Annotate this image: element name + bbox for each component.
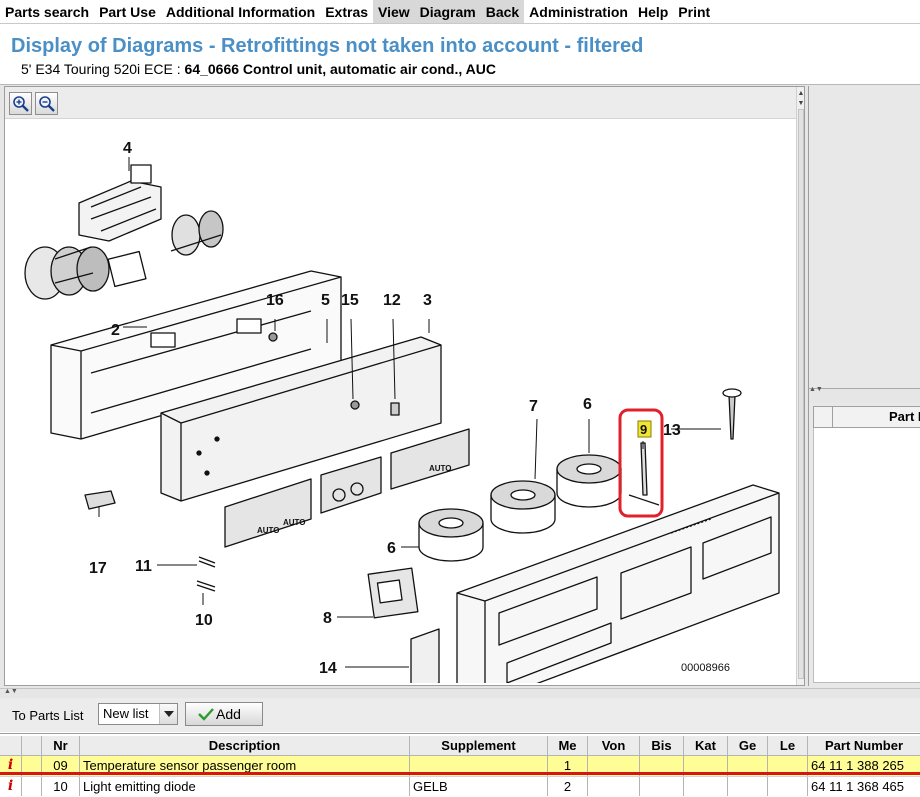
col-bis[interactable]: Bis <box>640 736 684 755</box>
add-button[interactable]: Add <box>185 702 263 726</box>
content-area: 4 2 16 5 15 12 3 7 6 9 13 6 17 11 10 8 1… <box>0 84 920 688</box>
page-title: Display of Diagrams - Retrofittings not … <box>11 35 644 57</box>
col-info[interactable] <box>0 736 22 755</box>
splitter-arrows-icon[interactable]: ▲▼ <box>4 688 18 695</box>
cell-description: Light emitting diode <box>80 777 410 796</box>
right-panel: ▲▼ Part N <box>808 86 920 686</box>
exploded-parts-diagram: 4 2 16 5 15 12 3 7 6 9 13 6 17 11 10 8 1… <box>24 140 780 683</box>
callout-6-bottom[interactable]: 6 <box>387 540 396 557</box>
parts-table: Nr Description Supplement Me Von Bis Kat… <box>0 733 920 797</box>
cell-ge <box>728 777 768 796</box>
col-le[interactable]: Le <box>768 736 808 755</box>
zoom-out-button[interactable] <box>35 92 58 115</box>
menu-help[interactable]: Help <box>633 0 673 23</box>
cell-von <box>588 777 640 796</box>
cell-bis <box>640 777 684 796</box>
row-marker <box>22 777 42 796</box>
menu-additional-information[interactable]: Additional Information <box>161 0 320 23</box>
menu-administration[interactable]: Administration <box>524 0 633 23</box>
diagram-image-code: 00008966 <box>681 662 730 674</box>
col-nr[interactable]: Nr <box>42 736 80 755</box>
zoom-in-button[interactable] <box>9 92 32 115</box>
menu-extras[interactable]: Extras <box>320 0 373 23</box>
selected-row-underline <box>0 772 920 775</box>
callout-11[interactable]: 11 <box>135 558 152 575</box>
menu-view[interactable]: View <box>373 0 415 23</box>
chevron-down-icon[interactable] <box>159 704 177 724</box>
cell-nr: 10 <box>42 777 80 796</box>
cell-me: 2 <box>548 777 588 796</box>
callout-12[interactable]: 12 <box>383 292 401 309</box>
cell-part-number: 64 11 1 368 465 <box>811 779 905 794</box>
col-blank[interactable] <box>22 736 42 755</box>
col-me[interactable]: Me <box>548 736 588 755</box>
right-splitter-arrows-icon[interactable]: ▲▼ <box>809 386 829 396</box>
diagram-toolbar <box>5 87 798 119</box>
callout-7[interactable]: 7 <box>529 398 538 415</box>
scroll-down-icon[interactable]: ▼ <box>797 99 805 109</box>
cell-kat <box>684 777 728 796</box>
parts-list-select[interactable]: New list <box>98 703 178 725</box>
scrollbar-thumb[interactable] <box>798 109 804 679</box>
col-kat[interactable]: Kat <box>684 736 728 755</box>
diagram-subtitle: 5' E34 Touring 520i ECE : 64_0666 Contro… <box>21 61 496 77</box>
col-part-number[interactable]: Part Number <box>808 736 920 755</box>
right-panel-top <box>809 86 920 389</box>
info-icon[interactable]: i <box>0 777 22 796</box>
menu-print[interactable]: Print <box>673 0 715 23</box>
vehicle-label: 5' E34 Touring 520i ECE : <box>21 61 181 77</box>
zoom-in-icon <box>13 96 29 112</box>
col-ge[interactable]: Ge <box>728 736 768 755</box>
checkmark-icon <box>198 708 214 721</box>
parts-list-select-value: New list <box>103 706 149 721</box>
right-parts-list <box>813 428 920 683</box>
menu-parts-search[interactable]: Parts search <box>0 0 94 23</box>
diagram-pane: 4 2 16 5 15 12 3 7 6 9 13 6 17 11 10 8 1… <box>4 86 805 686</box>
callout-16[interactable]: 16 <box>266 292 284 309</box>
scroll-up-icon[interactable]: ▲ <box>797 89 805 99</box>
col-von[interactable]: Von <box>588 736 640 755</box>
panel-auto-label-1: AUTO <box>257 526 280 535</box>
title-block: Display of Diagrams - Retrofittings not … <box>0 25 920 84</box>
callout-13[interactable]: 13 <box>663 422 681 439</box>
menu-back[interactable]: Back <box>480 0 525 23</box>
callout-2[interactable]: 2 <box>111 322 120 339</box>
col-description[interactable]: Description <box>80 736 410 755</box>
zoom-out-icon <box>39 96 55 112</box>
callout-4[interactable]: 4 <box>123 140 132 157</box>
menu-bar: Parts search Part Use Additional Informa… <box>0 0 920 24</box>
callout-10[interactable]: 10 <box>195 612 213 629</box>
horizontal-splitter[interactable]: ▲▼ <box>0 688 920 698</box>
menu-diagram[interactable]: Diagram <box>414 0 481 23</box>
callout-17[interactable]: 17 <box>89 560 107 577</box>
right-panel-parts: Part N <box>809 403 920 686</box>
callout-14[interactable]: 14 <box>319 660 337 677</box>
callout-9[interactable]: 9 <box>640 422 647 437</box>
menu-part-use[interactable]: Part Use <box>94 0 161 23</box>
table-header: Nr Description Supplement Me Von Bis Kat… <box>0 736 920 756</box>
cell-supplement: GELB <box>410 777 548 796</box>
panel-auto-label-2: AUTO <box>283 518 306 527</box>
right-table-header: Part N <box>813 406 920 428</box>
col-supplement[interactable]: Supplement <box>410 736 548 755</box>
panel-auto-label-3: AUTO <box>429 464 452 473</box>
callout-15[interactable]: 15 <box>341 292 359 309</box>
diagram-name: 64_0666 Control unit, automatic air cond… <box>184 61 496 77</box>
add-button-label: Add <box>216 706 241 722</box>
table-row[interactable]: i 10 Light emitting diode GELB 2 64 11 1… <box>0 776 920 796</box>
right-column-part-number[interactable]: Part N <box>832 407 920 427</box>
callout-3[interactable]: 3 <box>423 292 432 309</box>
diagram-vertical-scrollbar[interactable]: ▲ ▼ <box>796 87 804 685</box>
cell-le <box>768 777 808 796</box>
callout-5[interactable]: 5 <box>321 292 330 309</box>
to-parts-list-label: To Parts List <box>12 708 84 723</box>
parts-list-toolbar: To Parts List New list Add <box>0 698 920 732</box>
callout-8[interactable]: 8 <box>323 610 332 627</box>
callout-6-top[interactable]: 6 <box>583 396 592 413</box>
